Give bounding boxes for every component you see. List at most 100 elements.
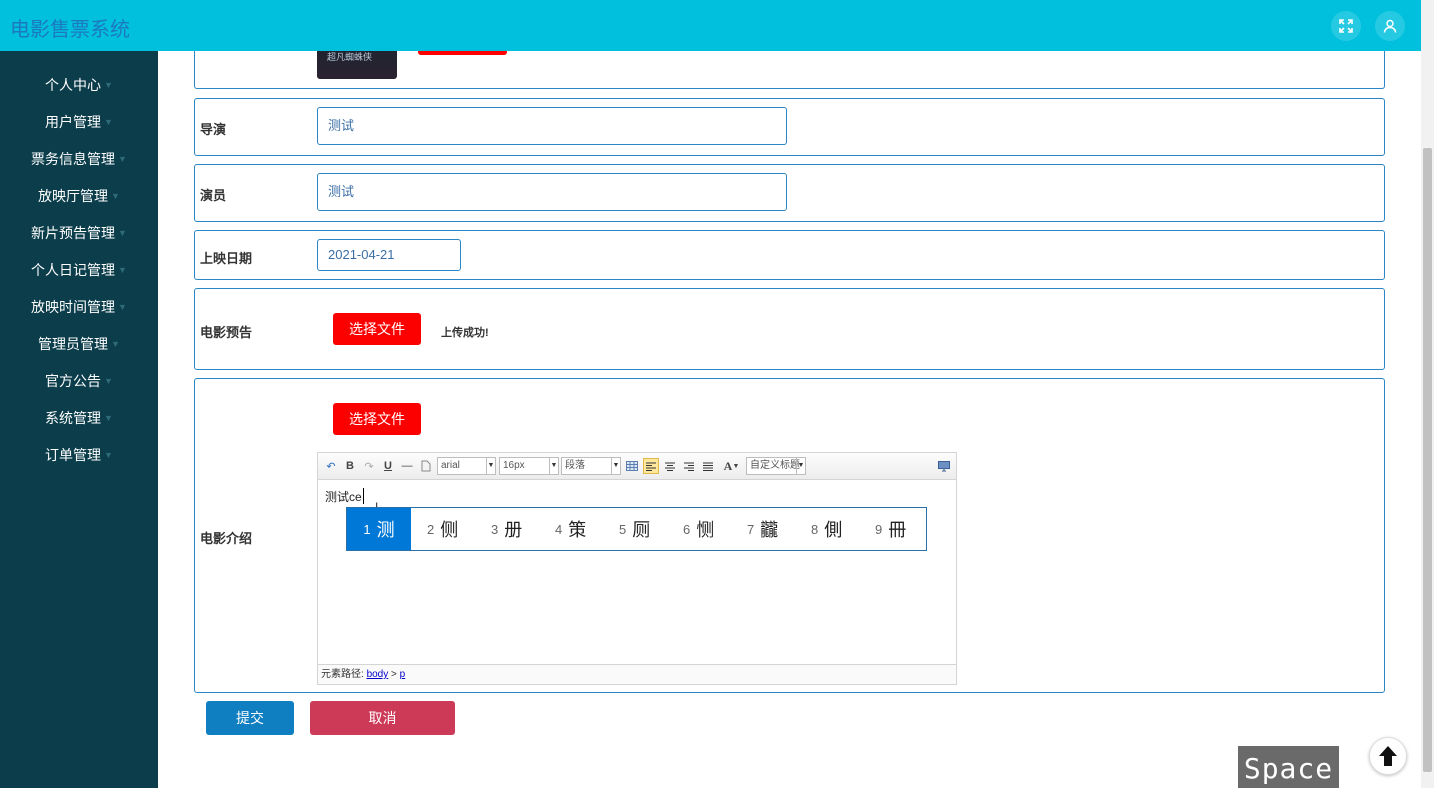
sidebar-item-halls[interactable]: 放映厅管理 ▼	[0, 177, 158, 214]
submit-button[interactable]: 提交	[206, 701, 294, 735]
ime-candidate[interactable]: 2侧	[427, 508, 458, 550]
release-date-label: 上映日期	[200, 251, 253, 266]
custom-title-select[interactable]: 自定义标题 ▼	[746, 457, 806, 475]
align-right-icon[interactable]	[681, 458, 697, 474]
sidebar-item-announcements[interactable]: 官方公告 ▼	[0, 362, 158, 399]
user-icon	[1383, 19, 1397, 33]
candidate-number: 9	[875, 521, 883, 537]
fullscreen-button[interactable]	[1331, 11, 1361, 41]
caret-down-icon: ▼	[118, 227, 127, 238]
intro-choose-file-button[interactable]: 选择文件	[333, 403, 421, 435]
cancel-button[interactable]: 取消	[310, 701, 455, 735]
candidate-char: 側	[824, 520, 843, 540]
sidebar-item-showtimes[interactable]: 放映时间管理 ▼	[0, 288, 158, 325]
sidebar-item-system[interactable]: 系统管理 ▼	[0, 399, 158, 436]
candidate-number: 1	[363, 521, 371, 537]
horizontal-rule-icon[interactable]: —	[399, 458, 415, 474]
scrollbar-thumb[interactable]	[1423, 148, 1432, 772]
sidebar-item-label: 管理员管理	[38, 335, 109, 352]
editor-text: 测试ce	[325, 490, 362, 504]
sidebar-item-label: 票务信息管理	[31, 150, 116, 167]
element-path-p-link[interactable]: p	[400, 669, 406, 680]
trailer-choose-file-button[interactable]: 选择文件	[333, 313, 421, 345]
paragraph-value: 段落	[565, 460, 585, 471]
actors-row: 演员 测试	[194, 164, 1385, 222]
ime-candidate-bar: 1测 2侧 3册 4策 5厕 6恻 7龖 8側 9冊	[346, 507, 927, 551]
underline-icon[interactable]: U	[380, 458, 396, 474]
trailer-label: 电影预告	[200, 325, 253, 340]
sidebar-item-label: 个人日记管理	[31, 261, 116, 278]
ime-candidate[interactable]: 6恻	[683, 508, 714, 550]
user-button[interactable]	[1375, 11, 1405, 41]
font-family-value: arial	[441, 460, 460, 471]
arrow-up-icon	[1379, 746, 1397, 766]
poster-upload-button-edge[interactable]	[418, 51, 507, 55]
director-input[interactable]: 测试	[317, 107, 787, 145]
sidebar-item-label: 用户管理	[45, 113, 102, 130]
preview-icon[interactable]	[936, 458, 952, 474]
ime-candidate[interactable]: 1测	[347, 508, 411, 550]
rich-text-editor: ↶ B ↷ U — arial ▼ 16px ▼ 段落 ▼ A ▼ 自定义标题 ▼	[317, 452, 957, 685]
undo-icon[interactable]: ↶	[323, 458, 339, 474]
sidebar-item-label: 系统管理	[45, 409, 102, 426]
table-icon[interactable]	[624, 458, 640, 474]
align-center-icon[interactable]	[662, 458, 678, 474]
candidate-char: 恻	[696, 520, 715, 540]
ime-candidate[interactable]: 4策	[555, 508, 586, 550]
candidate-number: 7	[747, 521, 755, 537]
sidebar-item-label: 官方公告	[45, 372, 102, 389]
document-icon[interactable]	[418, 458, 434, 474]
sidebar-item-admins[interactable]: 管理员管理 ▼	[0, 325, 158, 362]
candidate-char: 冊	[888, 520, 907, 540]
sidebar-item-trailers[interactable]: 新片预告管理 ▼	[0, 214, 158, 251]
caret-down-icon: ▼	[118, 301, 127, 312]
ime-candidate[interactable]: 9冊	[875, 508, 906, 550]
dropdown-arrow-icon[interactable]: ▼	[732, 458, 740, 474]
caret-down-icon: ▼	[104, 79, 113, 90]
candidate-char: 龖	[760, 520, 779, 540]
sidebar-item-users[interactable]: 用户管理 ▼	[0, 103, 158, 140]
element-path-separator: >	[391, 669, 397, 680]
top-bar: 电影售票系统	[0, 0, 1421, 51]
caret-down-icon: ▼	[111, 338, 120, 349]
trailer-upload-status: 上传成功!	[441, 327, 489, 339]
candidate-number: 6	[683, 521, 691, 537]
sidebar-item-label: 订单管理	[45, 446, 102, 463]
sidebar-item-label: 新片预告管理	[31, 224, 116, 241]
sidebar-item-label: 个人中心	[45, 76, 102, 93]
align-justify-icon[interactable]	[700, 458, 716, 474]
font-size-select[interactable]: 16px ▼	[499, 457, 559, 475]
element-path-body-link[interactable]: body	[367, 669, 389, 680]
dropdown-arrow-icon: ▼	[549, 458, 558, 474]
sidebar-item-diary[interactable]: 个人日记管理 ▼	[0, 251, 158, 288]
actors-label: 演员	[200, 188, 227, 203]
back-to-top-button[interactable]	[1369, 737, 1407, 775]
candidate-number: 3	[491, 521, 499, 537]
intro-label: 电影介绍	[200, 531, 253, 546]
actors-input[interactable]: 测试	[317, 173, 787, 211]
font-family-select[interactable]: arial ▼	[437, 457, 496, 475]
candidate-number: 5	[619, 521, 627, 537]
dropdown-arrow-icon: ▼	[796, 458, 805, 474]
release-date-input[interactable]: 2021-04-21	[317, 239, 461, 271]
caret-down-icon: ▼	[111, 190, 120, 201]
candidate-char: 厕	[632, 520, 651, 540]
sidebar-item-tickets[interactable]: 票务信息管理 ▼	[0, 140, 158, 177]
align-left-icon[interactable]	[643, 458, 659, 474]
paragraph-select[interactable]: 段落 ▼	[561, 457, 621, 475]
candidate-char: 侧	[440, 520, 459, 540]
redo-icon[interactable]: ↷	[361, 458, 377, 474]
sidebar-item-personal-center[interactable]: 个人中心 ▼	[0, 66, 158, 103]
candidate-char: 测	[376, 520, 395, 540]
key-hint-overlay: Space	[1238, 746, 1339, 788]
ime-candidate[interactable]: 8側	[811, 508, 842, 550]
bold-icon[interactable]: B	[342, 458, 358, 474]
ime-candidate[interactable]: 7龖	[747, 508, 778, 550]
app-title: 电影售票系统	[10, 19, 130, 41]
sidebar: 个人中心 ▼ 用户管理 ▼ 票务信息管理 ▼ 放映厅管理 ▼ 新片预告管理 ▼ 个人日记管…	[0, 51, 158, 788]
sidebar-item-orders[interactable]: 订单管理 ▼	[0, 436, 158, 473]
ime-candidate[interactable]: 5厕	[619, 508, 650, 550]
fullscreen-icon	[1339, 19, 1353, 33]
element-path-label: 元素路径:	[321, 669, 364, 680]
ime-candidate[interactable]: 3册	[491, 508, 522, 550]
